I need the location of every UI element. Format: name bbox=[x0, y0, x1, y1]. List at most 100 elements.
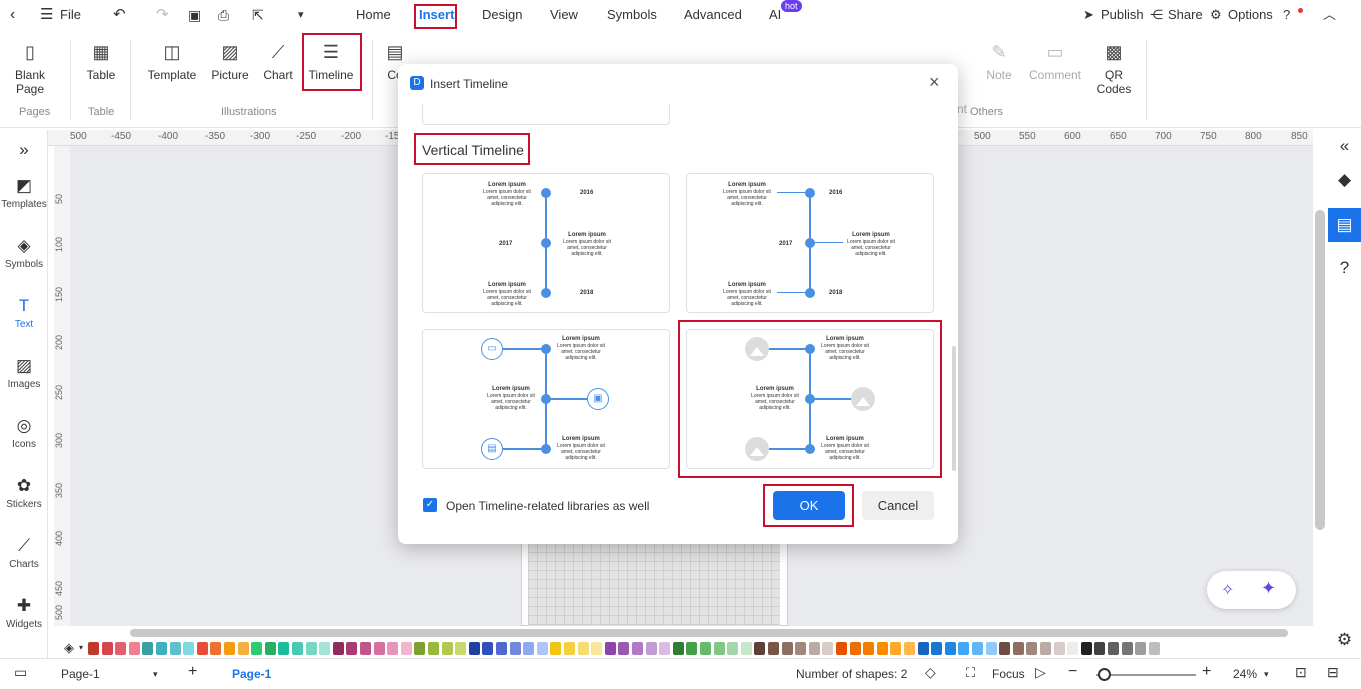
focus-button[interactable]: Focus bbox=[992, 667, 1025, 681]
color-swatch[interactable] bbox=[88, 642, 99, 655]
color-swatch[interactable] bbox=[944, 642, 956, 655]
fullscreen-icon[interactable]: ⊟ bbox=[1327, 664, 1339, 681]
play-icon[interactable]: ▷ bbox=[1035, 664, 1046, 681]
color-swatch[interactable] bbox=[332, 642, 344, 655]
table-button[interactable]: ▦ Table bbox=[83, 42, 119, 82]
color-swatch[interactable] bbox=[237, 642, 249, 655]
color-swatch[interactable] bbox=[1067, 642, 1079, 655]
timeline-template-card-1[interactable]: Lorem ipsum Lorem ipsum dolor sit amet, c… bbox=[422, 173, 670, 313]
sidebar-item-charts[interactable]: ⟋ Charts bbox=[0, 536, 48, 570]
vertical-scrollbar[interactable] bbox=[1315, 210, 1325, 530]
tab-home[interactable]: Home bbox=[356, 7, 391, 22]
color-swatch[interactable] bbox=[319, 642, 331, 655]
color-swatch[interactable] bbox=[346, 642, 358, 655]
color-swatch[interactable] bbox=[904, 642, 915, 655]
qr-codes-button[interactable]: ▩ QR Codes bbox=[1094, 42, 1134, 96]
page-image[interactable] bbox=[528, 543, 780, 626]
color-swatch[interactable] bbox=[917, 642, 929, 655]
layers-icon[interactable]: ◇ bbox=[925, 664, 936, 681]
print-icon[interactable]: ⎙ bbox=[218, 0, 229, 30]
timeline-template-card-3[interactable]: ▭ ▣ ▤ Lorem ipsum Lorem ipsum dolor sit a… bbox=[422, 329, 670, 469]
close-icon[interactable]: × bbox=[929, 72, 940, 93]
file-menu[interactable]: File bbox=[60, 0, 81, 30]
color-swatch[interactable] bbox=[414, 642, 426, 655]
color-swatch[interactable] bbox=[659, 642, 671, 655]
color-swatch[interactable] bbox=[632, 642, 643, 655]
color-swatch[interactable] bbox=[210, 642, 222, 655]
fill-bucket-icon[interactable]: ◆ bbox=[1328, 170, 1361, 190]
color-swatch[interactable] bbox=[169, 642, 181, 655]
color-swatch[interactable] bbox=[400, 642, 412, 655]
color-swatch[interactable] bbox=[604, 642, 616, 655]
color-swatch[interactable] bbox=[387, 642, 399, 655]
color-swatch[interactable] bbox=[795, 642, 807, 655]
color-swatch[interactable] bbox=[305, 642, 317, 655]
page-selector[interactable]: Page-1 bbox=[61, 667, 100, 681]
color-swatch[interactable] bbox=[1108, 642, 1119, 655]
color-swatch[interactable] bbox=[836, 642, 847, 655]
chevron-down-icon[interactable]: ▾ bbox=[153, 669, 158, 680]
sidebar-item-text[interactable]: T Text bbox=[0, 296, 48, 330]
fill-bucket-icon[interactable]: ◈ bbox=[64, 640, 74, 656]
color-swatch[interactable] bbox=[115, 642, 127, 655]
color-swatch[interactable] bbox=[482, 642, 494, 655]
color-swatch[interactable] bbox=[360, 642, 371, 655]
dialog-scrollbar[interactable] bbox=[952, 346, 956, 471]
page-tab[interactable]: Page-1 bbox=[232, 667, 271, 681]
color-swatch[interactable] bbox=[972, 642, 983, 655]
color-swatch[interactable] bbox=[1026, 642, 1038, 655]
expand-sidebar-button[interactable]: » bbox=[0, 140, 48, 163]
color-swatch[interactable] bbox=[958, 642, 970, 655]
template-button[interactable]: ◫ Template bbox=[145, 42, 199, 82]
sidebar-item-widgets[interactable]: ✚ Widgets bbox=[0, 596, 48, 630]
zoom-out-icon[interactable]: − bbox=[1068, 663, 1077, 681]
color-swatch[interactable] bbox=[509, 642, 521, 655]
tab-view[interactable]: View bbox=[550, 7, 578, 22]
color-swatch[interactable] bbox=[441, 642, 453, 655]
color-swatch[interactable] bbox=[183, 642, 195, 655]
color-swatch[interactable] bbox=[618, 642, 630, 655]
sidebar-item-symbols[interactable]: ◈ Symbols bbox=[0, 236, 48, 270]
zoom-level[interactable]: 24% bbox=[1233, 667, 1257, 681]
color-swatch[interactable] bbox=[999, 642, 1011, 655]
chart-button[interactable]: ⟋ Chart bbox=[260, 42, 296, 82]
color-swatch[interactable] bbox=[468, 642, 480, 655]
color-swatch[interactable] bbox=[808, 642, 820, 655]
tab-design[interactable]: Design bbox=[482, 7, 522, 22]
color-swatch[interactable] bbox=[700, 642, 711, 655]
color-swatch[interactable] bbox=[264, 642, 276, 655]
color-swatch[interactable] bbox=[196, 642, 208, 655]
color-swatch[interactable] bbox=[931, 642, 943, 655]
sidebar-item-icons[interactable]: ◎ Icons bbox=[0, 416, 48, 450]
tab-symbols[interactable]: Symbols bbox=[607, 7, 657, 22]
color-swatch[interactable] bbox=[740, 642, 752, 655]
color-swatch[interactable] bbox=[455, 642, 467, 655]
color-swatch[interactable] bbox=[577, 642, 589, 655]
collapse-panel-icon[interactable]: « bbox=[1328, 136, 1361, 156]
help-circle-icon[interactable]: ? bbox=[1328, 258, 1361, 278]
color-swatch[interactable] bbox=[672, 642, 684, 655]
color-swatch[interactable] bbox=[564, 642, 575, 655]
color-swatch[interactable] bbox=[428, 642, 439, 655]
color-swatch[interactable] bbox=[822, 642, 834, 655]
collapse-ribbon-icon[interactable]: ︿ bbox=[1323, 0, 1336, 30]
color-swatch[interactable] bbox=[523, 642, 535, 655]
color-swatch[interactable] bbox=[1080, 642, 1092, 655]
redo-icon[interactable]: ↷ bbox=[156, 0, 169, 30]
color-swatch[interactable] bbox=[849, 642, 861, 655]
zoom-slider-handle[interactable] bbox=[1098, 668, 1111, 681]
color-swatch[interactable] bbox=[686, 642, 698, 655]
checkbox[interactable]: ✓ bbox=[423, 498, 437, 512]
zoom-in-icon[interactable]: + bbox=[1202, 663, 1211, 681]
color-swatch[interactable] bbox=[727, 642, 739, 655]
save-icon[interactable]: ▣ bbox=[188, 0, 201, 30]
export-icon[interactable]: ⇱ bbox=[252, 0, 264, 30]
page-layout-icon[interactable]: ▭ bbox=[14, 664, 27, 681]
magic-wand-icon[interactable]: ✧ bbox=[1221, 580, 1234, 600]
publish-button[interactable]: Publish bbox=[1101, 0, 1144, 30]
color-swatch[interactable] bbox=[1135, 642, 1147, 655]
timeline-template-card-2[interactable]: Lorem ipsum Lorem ipsum dolor sit amet, c… bbox=[686, 173, 934, 313]
previous-template-card[interactable] bbox=[422, 104, 670, 125]
color-swatch[interactable] bbox=[768, 642, 779, 655]
options-button[interactable]: Options bbox=[1228, 0, 1273, 30]
